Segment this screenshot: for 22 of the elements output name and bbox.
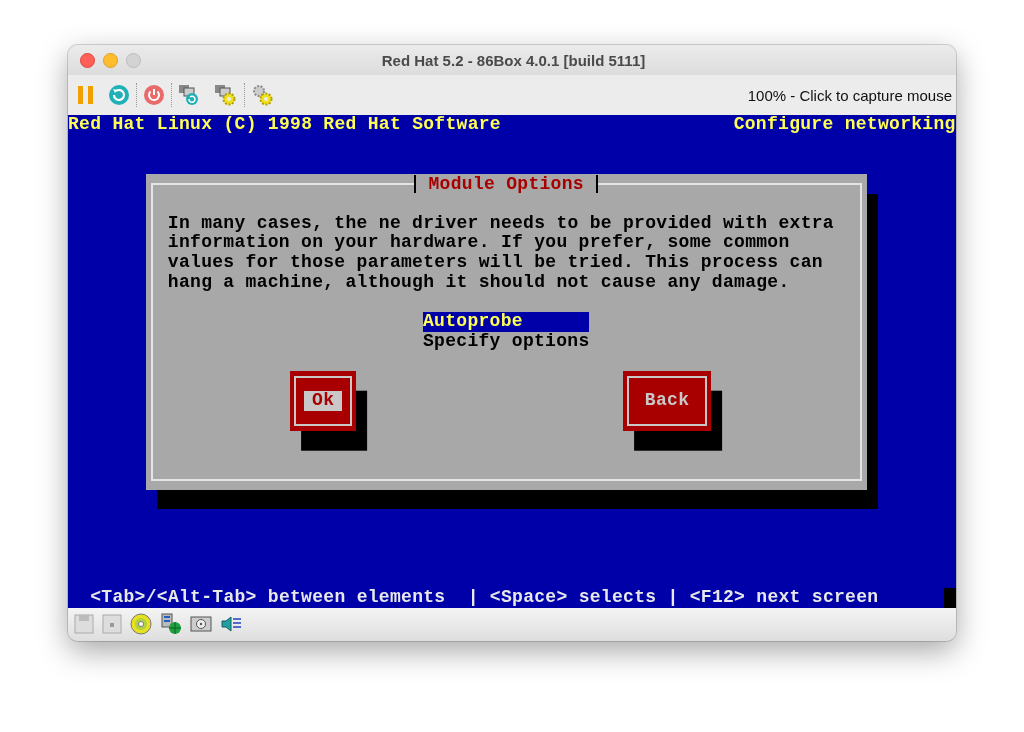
power-icon[interactable]: [143, 84, 165, 106]
screen-title: Configure networking: [733, 115, 956, 135]
speaker-icon[interactable]: [220, 614, 242, 635]
window-title: Red Hat 5.2 - 86Box 4.0.1 [build 5111]: [380, 51, 647, 69]
network-icon[interactable]: [160, 613, 182, 636]
monitor-gear-icon[interactable]: [214, 84, 238, 106]
settings-icon[interactable]: [251, 84, 275, 106]
minimize-button[interactable]: [103, 52, 118, 68]
floppy-icon[interactable]: [102, 614, 122, 635]
list-item[interactable]: Autoprobe: [423, 312, 590, 332]
dialog-message: In many cases, the ne driver needs to be provided with extra information on your hardware. If you prefer, some common values for those parameters will be tried. This process can hang a machine, although it should not cause any damage.: [167, 213, 835, 293]
reset-icon[interactable]: [108, 84, 130, 106]
pause-icon[interactable]: [76, 84, 96, 106]
list-item[interactable]: Specify options: [423, 331, 590, 352]
header-title: Red Hat Linux (C) 1998 Red Hat Software: [68, 115, 502, 135]
dialog-title: Module Options: [414, 175, 598, 193]
help-line: <Tab>/<Alt-Tab> between elements | <Space> selects | <F12> next screen: [90, 588, 880, 608]
capture-status: 100% - Click to capture mouse: [747, 86, 952, 104]
close-button[interactable]: [80, 52, 95, 68]
cursor-block: [944, 588, 956, 608]
cd-icon[interactable]: [130, 613, 152, 636]
floppy-icon[interactable]: [74, 614, 94, 635]
